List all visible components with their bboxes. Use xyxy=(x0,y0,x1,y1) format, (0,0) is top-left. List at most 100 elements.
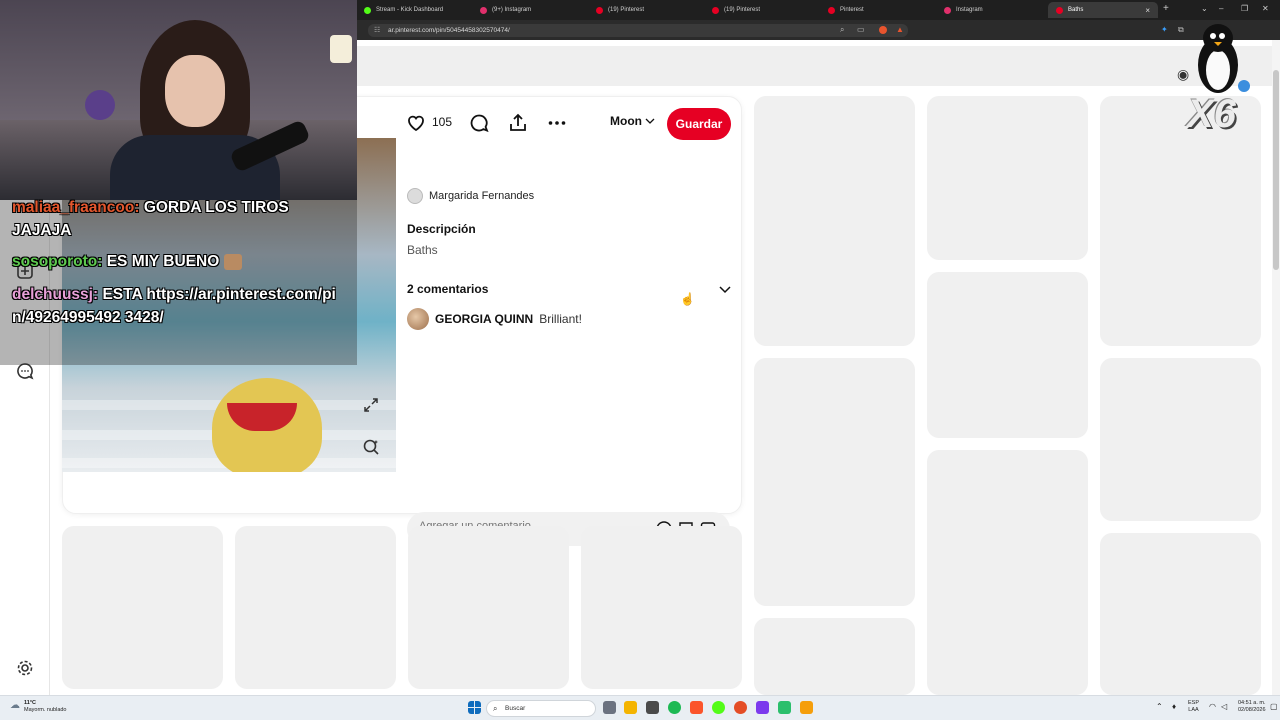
keyboard-layout: LAA xyxy=(1188,707,1199,713)
pin-actions-bar: 105 Moon Guardar xyxy=(405,108,735,140)
windows-start-icon[interactable] xyxy=(468,701,481,714)
page-scrollbar[interactable] xyxy=(1272,40,1280,695)
chevron-down-icon[interactable] xyxy=(718,284,732,294)
search-icon: ⌕ xyxy=(493,704,498,713)
maximize-button[interactable]: ❐ xyxy=(1241,4,1248,13)
pin-placeholder xyxy=(754,358,915,606)
brave-icon[interactable] xyxy=(690,701,703,714)
pin-placeholder xyxy=(927,96,1088,260)
address-bar[interactable]: ☷ ar.pinterest.com/pin/50454458302570474… xyxy=(368,24,908,37)
comment-icon[interactable] xyxy=(468,112,490,134)
board-name: Moon xyxy=(610,114,642,128)
pin-placeholder xyxy=(581,526,742,689)
emote-icon xyxy=(223,253,242,270)
description-heading: Descripción xyxy=(407,222,476,236)
author-name: Margarida Fernandes xyxy=(429,190,535,202)
weather-temp: 11°C xyxy=(24,700,36,706)
site-info-icon[interactable]: ☷ xyxy=(374,24,380,37)
minimize-button[interactable]: – xyxy=(1219,4,1223,13)
settings-gear-icon[interactable] xyxy=(16,659,34,677)
pin-placeholder xyxy=(235,526,396,689)
share-icon[interactable] xyxy=(507,112,529,134)
penguin-mascot-icon xyxy=(1198,24,1250,93)
pinterest-icon xyxy=(828,6,835,14)
pin-placeholder xyxy=(408,526,569,689)
tab-search-icon[interactable]: ⌄ xyxy=(1201,4,1208,13)
pinterest-icon xyxy=(712,6,719,14)
url-text: ar.pinterest.com/pin/50454458302570474/ xyxy=(388,27,510,34)
chat-message: maliaa_fraancoo: GORDA LOS TIROS JAJAJA xyxy=(12,196,342,242)
new-tab-button[interactable]: + xyxy=(1163,3,1169,14)
chevron-down-icon xyxy=(645,118,655,124)
taskbar-search[interactable]: ⌕ Buscar xyxy=(486,700,596,717)
chat-text: ES MIY BUENO xyxy=(106,253,220,270)
tab-pinterest-2[interactable]: (19) Pinterest xyxy=(704,2,818,18)
language-indicator[interactable]: ESP LAA xyxy=(1188,700,1199,714)
search-label: Buscar xyxy=(505,705,526,712)
commenter-avatar[interactable] xyxy=(407,308,429,330)
tab-instagram-1[interactable]: (9+) Instagram xyxy=(472,2,586,18)
pin-placeholder xyxy=(1100,358,1261,521)
tray-chevron-icon[interactable]: ⌃ xyxy=(1156,703,1163,711)
file-explorer-icon[interactable] xyxy=(624,701,637,714)
notification-icon[interactable]: ▢ xyxy=(1270,703,1278,711)
zoom-icon[interactable]: ⌕ xyxy=(840,25,844,35)
tab-kick-dashboard[interactable]: Stream - Kick Dashboard xyxy=(356,2,470,18)
weather-widget[interactable]: ☁ 11°C Mayorm. nublado xyxy=(10,700,67,714)
time: 04:51 a. m. xyxy=(1238,700,1266,706)
more-options-icon[interactable] xyxy=(546,112,568,134)
cast-icon[interactable]: ▭ xyxy=(857,25,865,34)
tab-label: (9+) Instagram xyxy=(492,7,532,13)
tray-app-icon[interactable]: ♦ xyxy=(1172,703,1176,711)
pin-placeholder xyxy=(754,96,915,346)
heart-icon[interactable] xyxy=(405,112,427,134)
stream-chat-overlay: maliaa_fraancoo: GORDA LOS TIROS JAJAJA … xyxy=(0,199,357,365)
save-button[interactable]: Guardar xyxy=(667,108,731,140)
windows-taskbar: ☁ 11°C Mayorm. nublado ⌕ Buscar ⌃ ♦ ESP … xyxy=(0,695,1280,720)
extensions-puzzle-icon[interactable]: ⧉ xyxy=(1178,25,1184,35)
store-icon[interactable] xyxy=(646,701,659,714)
tab-instagram-2[interactable]: Instagram xyxy=(936,2,1046,18)
app-icon[interactable] xyxy=(712,701,725,714)
tab-label: (19) Pinterest xyxy=(724,7,761,13)
tab-label: Stream - Kick Dashboard xyxy=(376,7,444,13)
chat-username: delchuussj: xyxy=(12,286,99,303)
scrollbar-thumb[interactable] xyxy=(1273,70,1279,270)
date: 02/08/2026 xyxy=(1238,707,1266,713)
app-icon[interactable] xyxy=(734,701,747,714)
tab-close-icon[interactable]: × xyxy=(1145,6,1150,15)
screen: Stream - Kick Dashboard (9+) Instagram (… xyxy=(0,0,1280,720)
app-icon[interactable] xyxy=(756,701,769,714)
visual-search-icon[interactable] xyxy=(359,435,383,459)
tab-pinterest-1[interactable]: (19) Pinterest xyxy=(588,2,702,18)
comments-heading[interactable]: 2 comentarios xyxy=(407,282,488,296)
streamer-face xyxy=(165,55,225,127)
webcam-overlay xyxy=(0,0,357,200)
tab-pinterest-3[interactable]: Pinterest xyxy=(820,2,934,18)
pinterest-icon xyxy=(1056,6,1063,14)
tab-label: (19) Pinterest xyxy=(608,7,645,13)
pin-placeholder xyxy=(1100,96,1261,346)
close-window-button[interactable]: ✕ xyxy=(1262,4,1269,13)
app-icon[interactable] xyxy=(778,701,791,714)
tab-label: Pinterest xyxy=(840,7,864,13)
network-icon[interactable]: ◠ xyxy=(1209,703,1216,711)
spotify-icon[interactable] xyxy=(668,701,681,714)
commenter-name[interactable]: GEORGIA QUINN xyxy=(435,312,533,326)
brave-rewards-icon[interactable]: ▲ xyxy=(896,25,904,34)
task-view-icon[interactable] xyxy=(603,701,616,714)
author-avatar xyxy=(407,188,423,204)
pin-author[interactable]: Margarida Fernandes xyxy=(407,188,534,204)
hand-cursor-icon: ☝ xyxy=(680,292,695,306)
app-icon[interactable] xyxy=(800,701,813,714)
brave-shield-icon[interactable] xyxy=(879,26,887,34)
tab-baths[interactable]: Baths × xyxy=(1048,2,1158,18)
cloud-icon: ☁ xyxy=(10,700,20,711)
extension-icon[interactable]: ✦ xyxy=(1161,25,1168,34)
board-selector[interactable]: Moon xyxy=(610,114,655,128)
expand-icon[interactable] xyxy=(359,393,383,417)
tab-label: Instagram xyxy=(956,7,983,13)
clock[interactable]: 04:51 a. m. 02/08/2026 xyxy=(1238,700,1266,714)
kick-icon xyxy=(364,6,371,14)
volume-icon[interactable]: ◁ xyxy=(1221,703,1227,711)
